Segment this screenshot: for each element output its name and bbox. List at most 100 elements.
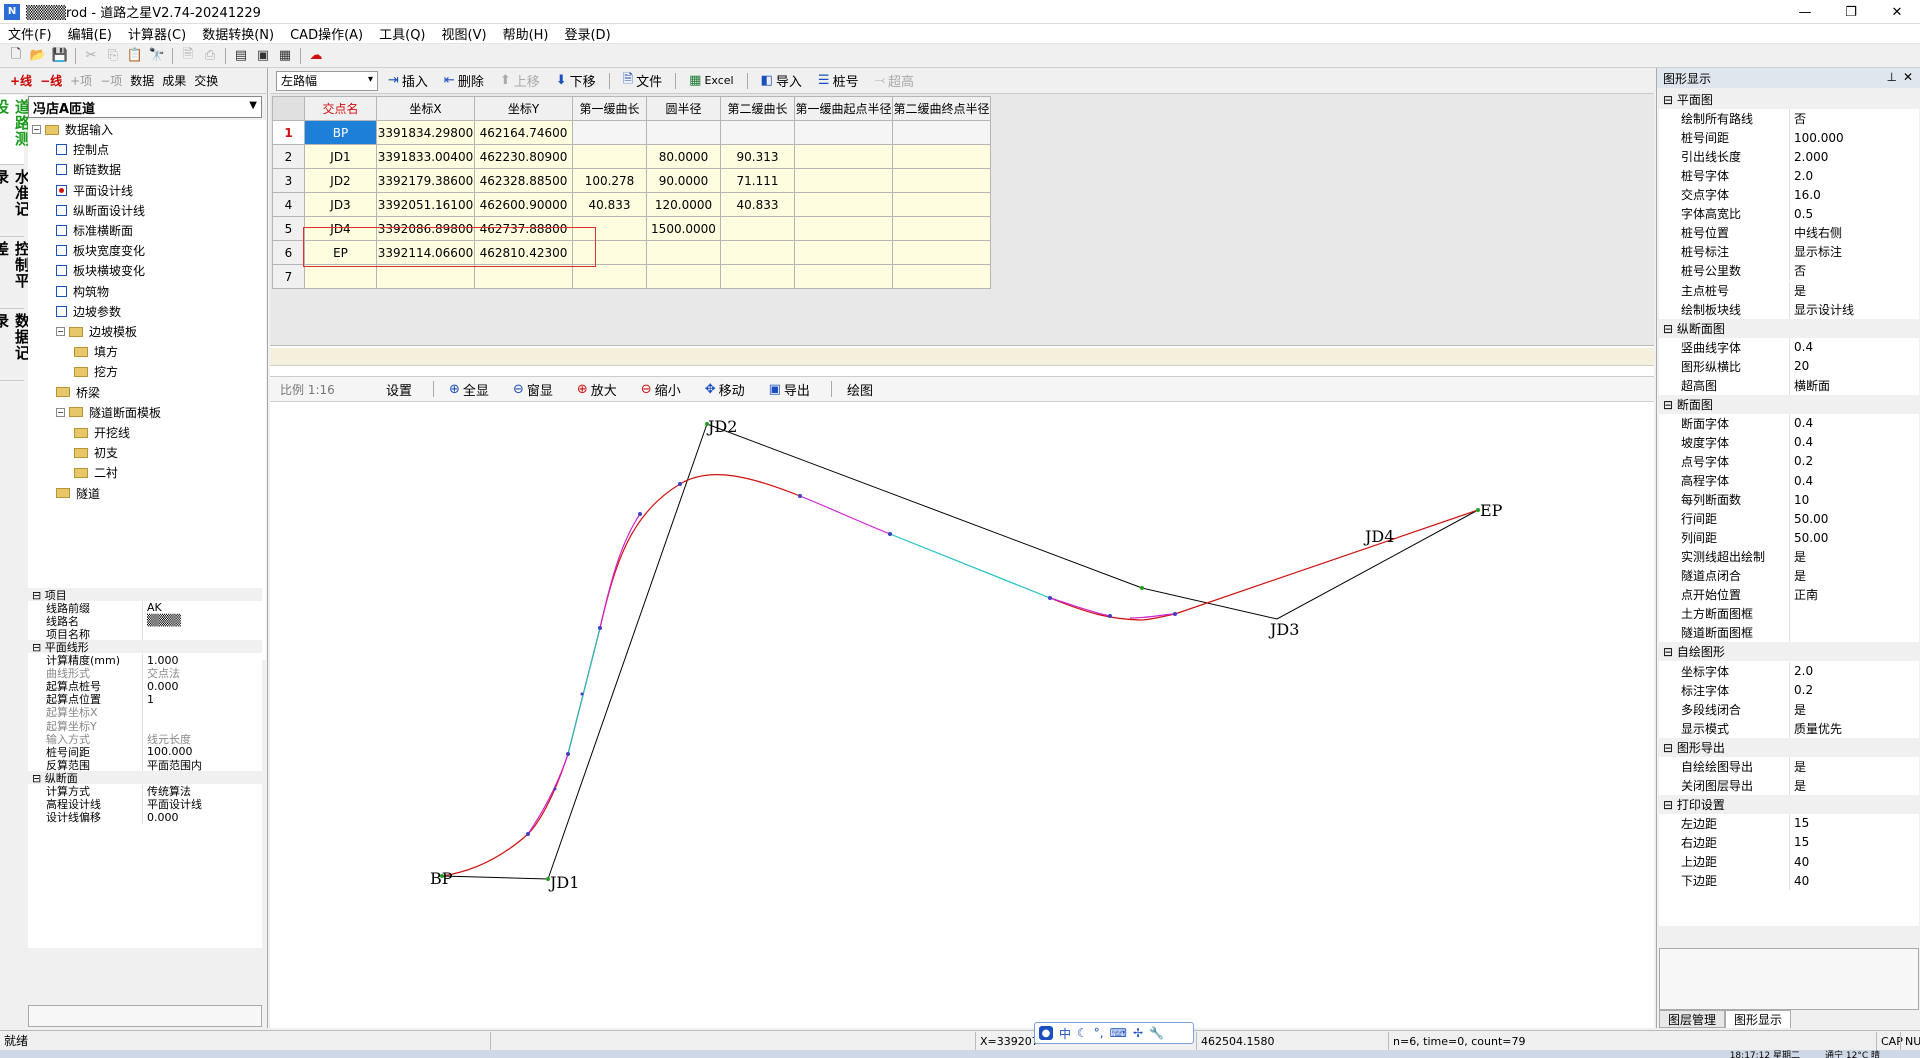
property-row[interactable]: 实测线超出绘制 是 bbox=[1659, 547, 1919, 567]
property-value[interactable]: 是 bbox=[1789, 547, 1919, 567]
table-cell[interactable] bbox=[720, 120, 795, 145]
collapse-icon[interactable]: − bbox=[56, 327, 65, 336]
table-cell[interactable] bbox=[794, 192, 893, 217]
property-row[interactable]: 多段线闭合 是 bbox=[1659, 699, 1919, 719]
roadway-combo[interactable]: 左路幅 bbox=[276, 70, 378, 91]
tree-node[interactable]: 初支 bbox=[74, 443, 118, 462]
tree-node[interactable]: 标准横断面 bbox=[56, 221, 133, 240]
tree-node[interactable]: − 隧道断面模板 bbox=[56, 403, 161, 422]
property-row[interactable]: 列间距 50.00 bbox=[1659, 528, 1919, 548]
row-header[interactable]: 5 bbox=[272, 216, 305, 241]
data-button[interactable]: 数据 bbox=[130, 72, 154, 89]
property-row[interactable]: 竖曲线字体 0.4 bbox=[1659, 337, 1919, 357]
table-cell[interactable]: 3392051.16100 bbox=[376, 192, 475, 217]
row-header[interactable]: 1 bbox=[272, 120, 305, 145]
table-cell[interactable]: 462230.80900 bbox=[474, 144, 573, 169]
pin-icon[interactable]: ⊥ bbox=[1887, 70, 1897, 84]
column-header[interactable]: 第二缓曲终点半径 bbox=[892, 96, 991, 121]
tree-node[interactable]: 边坡参数 bbox=[56, 302, 121, 321]
table-cell[interactable] bbox=[646, 120, 721, 145]
cloud-icon[interactable]: ☁ bbox=[306, 46, 326, 66]
property-row[interactable]: 点开始位置 正南 bbox=[1659, 585, 1919, 605]
tree-node[interactable]: 二衬 bbox=[74, 463, 118, 482]
tab-layer-manager[interactable]: 图层管理 bbox=[1659, 1010, 1726, 1028]
table-cell[interactable] bbox=[794, 264, 893, 289]
excel-button[interactable]: ▦ Excel bbox=[683, 70, 739, 92]
ime-toolbar[interactable]: ● 中 ☾ °, ⌨ ✢ 🔧 bbox=[1034, 1022, 1194, 1044]
table-cell[interactable] bbox=[474, 264, 573, 289]
property-value[interactable]: 0.000 bbox=[142, 810, 262, 824]
tree-node[interactable]: 开挖线 bbox=[74, 423, 130, 442]
property-value[interactable]: 20 bbox=[1789, 356, 1919, 376]
property-row[interactable]: 设计线偏移 0.000 bbox=[28, 810, 262, 824]
menu-item-5[interactable]: 工具(Q) bbox=[371, 24, 433, 43]
draw-button-1[interactable]: ⊕ 全显 bbox=[443, 378, 495, 400]
property-value[interactable]: ▒▒▒▒ bbox=[142, 614, 262, 628]
minimize-button[interactable]: — bbox=[1782, 0, 1828, 24]
property-row[interactable]: 超高图 横断面 bbox=[1659, 375, 1919, 395]
maximize-button[interactable]: ❐ bbox=[1828, 0, 1874, 24]
property-row[interactable]: 标注字体 0.2 bbox=[1659, 680, 1919, 700]
delete-button[interactable]: ⇤ 删除 bbox=[438, 70, 490, 92]
draw-button-0[interactable]: 设置 bbox=[380, 378, 418, 400]
close-icon[interactable]: ✕ bbox=[1903, 70, 1913, 84]
draw-button-4[interactable]: ⊖ 缩小 bbox=[635, 378, 687, 400]
property-row[interactable]: 行间距 50.00 bbox=[1659, 509, 1919, 529]
checkbox-icon[interactable] bbox=[56, 265, 67, 277]
row-header[interactable]: 6 bbox=[272, 240, 305, 265]
table-cell[interactable]: 40.833 bbox=[572, 192, 647, 217]
column-header[interactable]: 第一缓曲起点半径 bbox=[794, 96, 893, 121]
table-cell[interactable] bbox=[794, 120, 893, 145]
checkbox-icon[interactable] bbox=[56, 184, 67, 196]
table-cell[interactable] bbox=[892, 120, 991, 145]
superelevation-button[interactable]: ⤙ 超高 bbox=[869, 70, 920, 92]
property-row[interactable]: 桩号位置 中线右侧 bbox=[1659, 223, 1919, 243]
property-value[interactable]: 是 bbox=[1789, 756, 1919, 776]
column-header[interactable]: 第一缓曲长 bbox=[572, 96, 647, 121]
property-row[interactable]: 自绘绘图导出 是 bbox=[1659, 756, 1919, 776]
delete-line-button[interactable]: −线 bbox=[40, 72, 62, 89]
property-value[interactable]: AK bbox=[142, 601, 262, 615]
column-header[interactable]: 坐标Y bbox=[474, 96, 573, 121]
table-cell[interactable] bbox=[572, 144, 647, 169]
table-cell[interactable] bbox=[304, 264, 377, 289]
find-icon[interactable]: 🔭 bbox=[147, 46, 167, 66]
table-cell[interactable] bbox=[646, 240, 721, 265]
property-value[interactable]: 0.2 bbox=[1789, 680, 1919, 700]
property-value[interactable] bbox=[1789, 604, 1919, 624]
table-cell[interactable]: JD3 bbox=[304, 192, 377, 217]
draw-button-3[interactable]: ⊕ 放大 bbox=[571, 378, 623, 400]
tree-node[interactable]: 平面设计线 bbox=[56, 181, 133, 200]
property-row[interactable]: 隧道点闭合 是 bbox=[1659, 566, 1919, 586]
drawing-canvas[interactable]: BP JD1 JD2 JD3 JD4 EP bbox=[270, 404, 1654, 1028]
menu-item-6[interactable]: 视图(V) bbox=[434, 24, 495, 43]
checkbox-icon[interactable] bbox=[56, 204, 67, 216]
property-value[interactable]: 是 bbox=[1789, 566, 1919, 586]
tree-node[interactable]: 隧道 bbox=[56, 484, 100, 503]
property-row[interactable]: 断面字体 0.4 bbox=[1659, 413, 1919, 433]
property-row[interactable]: 每列断面数 10 bbox=[1659, 490, 1919, 510]
tree-node[interactable]: − 数据输入 bbox=[32, 120, 113, 139]
property-value[interactable]: 16.0 bbox=[1789, 185, 1919, 205]
property-row[interactable]: 右边距 15 bbox=[1659, 832, 1919, 852]
property-value[interactable]: 0.4 bbox=[1789, 471, 1919, 490]
save-icon[interactable]: 💾 bbox=[50, 46, 70, 66]
table-cell[interactable]: BP bbox=[304, 120, 377, 145]
menu-item-3[interactable]: 数据转换(N) bbox=[194, 24, 282, 43]
property-row[interactable]: 左边距 15 bbox=[1659, 813, 1919, 833]
property-value[interactable]: 0.2 bbox=[1789, 451, 1919, 471]
table-cell[interactable] bbox=[892, 144, 991, 169]
property-value[interactable]: 线元长度 bbox=[142, 732, 262, 746]
add-line-button[interactable]: +线 bbox=[10, 72, 32, 89]
property-value[interactable]: 2.0 bbox=[1789, 166, 1919, 186]
property-row[interactable]: 桩号标注 显示标注 bbox=[1659, 242, 1919, 262]
property-row[interactable]: 关闭图层导出 是 bbox=[1659, 775, 1919, 795]
checkbox-icon[interactable] bbox=[56, 225, 67, 236]
property-row[interactable]: 引出线长度 2.000 bbox=[1659, 147, 1919, 167]
row-header[interactable]: 7 bbox=[272, 264, 305, 289]
row-header[interactable]: 2 bbox=[272, 144, 305, 169]
tree-node[interactable]: 填方 bbox=[74, 342, 118, 361]
row-header[interactable]: 3 bbox=[272, 168, 305, 193]
row-header[interactable]: 4 bbox=[272, 192, 305, 217]
property-row[interactable]: 字体高宽比 0.5 bbox=[1659, 204, 1919, 224]
